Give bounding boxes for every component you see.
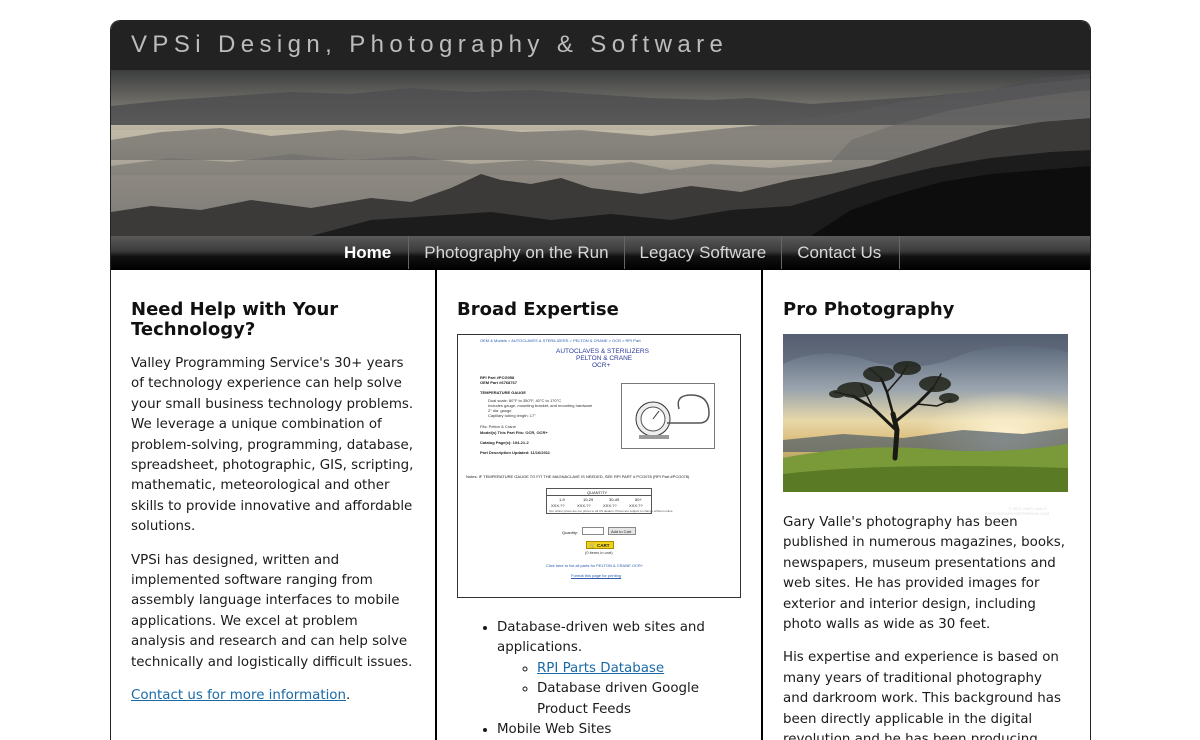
quantity-price-table: QUANTITY 1-9 10-29 30-49 50+ XXX.?? XXX.… [546, 488, 673, 514]
rpi-parts-screenshot: OEM & Models > AUTOCLAVES & STERILIZERS … [457, 334, 741, 598]
temperature-gauge-image [621, 383, 715, 449]
expertise-sublist: RPI Parts Database Database driven Googl… [537, 659, 741, 720]
list-item: Database driven Google Product Feeds [537, 679, 741, 720]
list-all-parts-link[interactable]: Click here to list all parts for PELTON … [546, 563, 643, 568]
screenshot-title-3: OCR+ [592, 362, 611, 369]
list-item-text: Database-driven web sites and applicatio… [497, 620, 705, 656]
pro-photography-paragraph-1: Gary Valle's photography has been publis… [783, 515, 1066, 633]
screenshot-title-2: PELTON & CRANE [576, 355, 633, 362]
list-item-text: Mobile Web Sites [497, 722, 612, 738]
column-pro-photography: Pro Photography © 2011 GARY VALLE PHOTOG… [763, 270, 1090, 740]
technology-help-heading: Need Help with Your Technology? [131, 299, 339, 340]
contact-suffix: . [345, 688, 351, 704]
list-item: Database-driven web sites and applicatio… [497, 618, 741, 720]
qty-val: XXX.?? [551, 503, 565, 508]
cart-button[interactable]: 🛒 CART [586, 541, 614, 549]
main-nav: Home Photography on the Run Legacy Softw… [111, 236, 1090, 270]
nav-home[interactable]: Home [333, 236, 410, 270]
screenshot-catalog: Catalog Page(s): 104-21-2 [480, 440, 529, 445]
expertise-list: Database-driven web sites and applicatio… [497, 618, 741, 740]
list-item-text: Database driven Google Product Feeds [537, 681, 700, 717]
technology-help-paragraph-1: Valley Programming Service's 30+ years o… [131, 356, 414, 535]
quantity-input[interactable] [582, 527, 604, 535]
qty-note: Our online prices are our prices to all … [549, 509, 674, 513]
qty-val: XXX.?? [577, 503, 591, 508]
list-item: RPI Parts Database [537, 659, 741, 679]
screenshot-temp-heading: TEMPERATURE GAUGE [480, 390, 526, 395]
misty-mountains-image [111, 70, 1090, 236]
photo-watermark: © 2011 GARY VALLE PHOTOGRAPHYONTHERUN.CO… [985, 506, 1050, 516]
site-title: VPSi Design, Photography & Software [131, 31, 729, 58]
list-item: Mobile Web Sites [497, 720, 741, 740]
pro-photography-heading: Pro Photography [783, 299, 955, 320]
cart-items-count: (0 items in cart) [585, 550, 613, 555]
quantity-label: Quantity: [562, 530, 579, 535]
content-columns: Need Help with Your Technology? Valley P… [111, 269, 1090, 740]
add-to-cart-button[interactable]: Add to Cart [608, 527, 636, 535]
qty-col: 30-49 [609, 497, 620, 502]
screenshot-bullet: Capillary tubing length: 17" [488, 413, 536, 418]
technology-help-paragraph-2: VPSi has designed, written and implement… [131, 552, 413, 670]
contact-line: Contact us for more information. [131, 686, 415, 706]
qty-col: 1-9 [559, 497, 565, 502]
column-technology-help: Need Help with Your Technology? Valley P… [111, 270, 437, 740]
contact-link[interactable]: Contact us for more information [131, 688, 346, 703]
format-printing-link[interactable]: Format this page for printing [571, 573, 621, 578]
qty-col: 50+ [635, 497, 642, 502]
qty-val: XXX.?? [629, 503, 643, 508]
screenshot-models: Model(s) This Part Fits: OCR, OCR+ [480, 430, 548, 435]
oak-tree-sunset-photo [783, 334, 1068, 492]
pro-photography-paragraph-2: His expertise and experience is based on… [783, 650, 1061, 740]
screenshot-part-line-2: OEM Part #6768767 [480, 380, 517, 385]
nav-photography-on-the-run[interactable]: Photography on the Run [409, 236, 625, 270]
site-container: VPSi Design, Photography & Software Home… [110, 20, 1091, 740]
rpi-parts-database-link[interactable]: RPI Parts Database [537, 661, 664, 676]
qty-col: 10-29 [583, 497, 594, 502]
screenshot-title-1: AUTOCLAVES & STERILIZERS [556, 348, 649, 355]
banner-image [111, 70, 1090, 236]
header: VPSi Design, Photography & Software [111, 21, 1090, 70]
nav-legacy-software[interactable]: Legacy Software [625, 236, 783, 270]
broad-expertise-heading: Broad Expertise [457, 299, 619, 320]
screenshot-breadcrumb: OEM & Models > AUTOCLAVES & STERILIZERS … [480, 338, 641, 343]
cart-icon: 🛒 [589, 543, 596, 549]
nav-contact-us[interactable]: Contact Us [782, 236, 901, 270]
qty-val: XXX.?? [603, 503, 617, 508]
screenshot-fits: Fits: Pelton & Crane [480, 424, 516, 429]
screenshot-notes: Notes: IF TEMPERATURE GAUGE TO FIT THE M… [466, 474, 690, 479]
screenshot-updated: Part Description Updated: 11/16/2011 [480, 450, 551, 455]
column-broad-expertise: Broad Expertise OEM & Models > AUTOCLAVE… [437, 270, 763, 740]
